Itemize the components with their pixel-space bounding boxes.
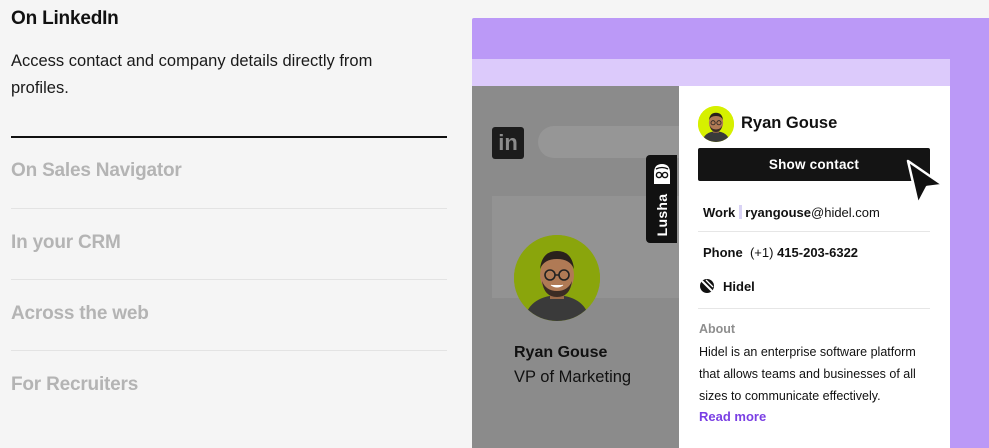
text-caret: [739, 205, 743, 219]
linkedin-logo-icon: in: [492, 127, 524, 159]
company-name: Hidel: [723, 279, 755, 294]
feature-item-crm[interactable]: In your CRM: [11, 232, 447, 254]
profile-role: VP of Marketing: [514, 368, 632, 386]
feature-divider: [11, 279, 447, 280]
profile-avatar: [514, 235, 600, 321]
work-email-row[interactable]: Work ryangouse@hidel.com: [703, 205, 880, 220]
feature-item-web[interactable]: Across the web: [11, 303, 447, 325]
phone-label: Phone: [703, 245, 743, 260]
active-feature-underline: [11, 136, 447, 138]
lusha-logo-icon: [654, 164, 670, 184]
panel-divider: [698, 308, 930, 309]
browser-bar: [472, 59, 950, 86]
feature-item-sales-navigator[interactable]: On Sales Navigator: [11, 160, 447, 182]
linkedin-search-bar: [538, 126, 679, 158]
active-feature-description: Access contact and company details direc…: [11, 52, 373, 97]
about-heading: About: [699, 322, 736, 336]
read-more-link[interactable]: Read more: [699, 409, 766, 424]
panel-divider: [698, 231, 930, 232]
company-row[interactable]: Hidel: [723, 279, 755, 294]
person-avatar-icon: [698, 106, 734, 142]
profile-name: Ryan Gouse: [514, 344, 608, 361]
about-text: Hidel is an enterprise software platform…: [699, 345, 916, 403]
active-feature-title[interactable]: On LinkedIn: [11, 8, 119, 30]
contact-panel: Ryan Gouse Show contact Work ryangouse@hi…: [679, 86, 950, 448]
linkedin-profile-mock: in Ryan Gouse VP of Marketing: [472, 86, 679, 448]
show-contact-button[interactable]: Show contact: [698, 148, 930, 181]
feature-item-recruiters[interactable]: For Recruiters: [11, 374, 447, 396]
phone-row[interactable]: Phone (+1) 415-203-6322: [703, 245, 858, 260]
feature-divider: [11, 208, 447, 209]
work-label: Work: [703, 205, 736, 220]
cursor-arrow-icon: [906, 159, 945, 206]
phone-number: 415-203-6322: [777, 245, 859, 260]
lusha-tab-label: Lusha: [654, 193, 670, 237]
contact-name: Ryan Gouse: [741, 114, 838, 132]
phone-country-code: (+1): [749, 245, 774, 260]
company-logo-icon: [700, 279, 714, 293]
work-email-user: ryangouse: [745, 205, 812, 220]
feature-divider: [11, 350, 447, 351]
person-avatar-icon: [514, 235, 600, 321]
lusha-extension-tab[interactable]: Lusha: [646, 155, 677, 243]
contact-avatar: [698, 106, 734, 142]
work-email-domain: @hidel.com: [811, 205, 880, 220]
